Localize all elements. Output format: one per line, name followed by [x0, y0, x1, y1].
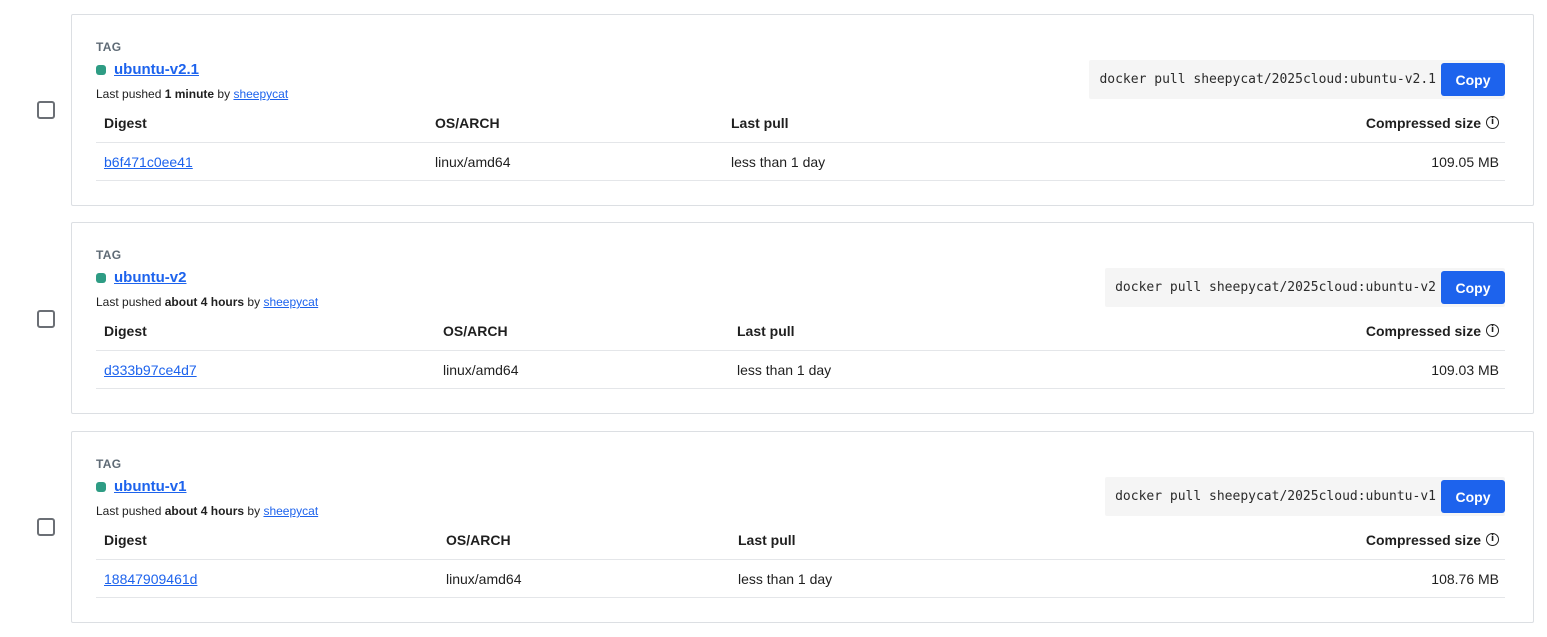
tag-select-checkbox[interactable]: [37, 310, 55, 328]
size-value: 109.05 MB: [1431, 153, 1499, 170]
table-row: d333b97ce4d7 linux/amd64 less than 1 day…: [96, 351, 1505, 389]
tag-name-link[interactable]: ubuntu-v1: [114, 478, 187, 495]
digest-link[interactable]: 18847909461d: [104, 571, 197, 587]
image-table: Digest OS/ARCH Last pull Compressed size…: [96, 103, 1505, 181]
tag-card: TAG ubuntu-v1 Last pushed about 4 hours …: [71, 431, 1534, 623]
status-dot-icon: [96, 272, 106, 283]
os-arch-value: linux/amd64: [435, 153, 511, 170]
last-pull-value: less than 1 day: [731, 153, 826, 170]
pull-command-text[interactable]: docker pull sheepycat/2025cloud:ubuntu-v…: [1105, 489, 1441, 504]
pull-command-text[interactable]: docker pull sheepycat/2025cloud:ubuntu-v…: [1089, 72, 1441, 87]
size-value: 109.03 MB: [1431, 361, 1499, 378]
copy-button[interactable]: Copy: [1441, 271, 1505, 304]
col-last-pull: Last pull: [731, 114, 789, 131]
last-pushed-info: Last pushed 1 minute by sheepycat: [96, 87, 289, 101]
tag-select-checkbox[interactable]: [37, 101, 55, 119]
col-os-arch: OS/ARCH: [446, 531, 511, 548]
info-icon[interactable]: i: [1486, 324, 1499, 337]
os-arch-value: linux/amd64: [446, 570, 522, 587]
digest-link[interactable]: b6f471c0ee41: [104, 154, 193, 170]
tag-card: TAG ubuntu-v2.1 Last pushed 1 minute by …: [71, 14, 1534, 206]
table-header: Digest OS/ARCH Last pull Compressed size…: [96, 311, 1505, 351]
col-compressed-size: Compressed size i: [1366, 532, 1499, 548]
last-pull-value: less than 1 day: [738, 570, 833, 587]
pushed-when: about 4 hours: [164, 504, 245, 518]
col-digest: Digest: [104, 322, 147, 339]
info-icon[interactable]: i: [1486, 116, 1499, 129]
image-table: Digest OS/ARCH Last pull Compressed size…: [96, 311, 1505, 389]
copy-button[interactable]: Copy: [1441, 480, 1505, 513]
col-digest: Digest: [104, 114, 147, 131]
col-os-arch: OS/ARCH: [443, 322, 508, 339]
pull-command-box: docker pull sheepycat/2025cloud:ubuntu-v…: [1105, 268, 1505, 307]
last-pushed-info: Last pushed about 4 hours by sheepycat: [96, 295, 319, 309]
pull-command-text[interactable]: docker pull sheepycat/2025cloud:ubuntu-v…: [1105, 280, 1441, 295]
tag-caption: TAG: [96, 248, 122, 262]
col-last-pull: Last pull: [738, 531, 796, 548]
table-row: 18847909461d linux/amd64 less than 1 day…: [96, 560, 1505, 598]
tag-select-checkbox[interactable]: [37, 518, 55, 536]
tag-caption: TAG: [96, 40, 122, 54]
copy-button[interactable]: Copy: [1441, 63, 1505, 96]
pull-command-box: docker pull sheepycat/2025cloud:ubuntu-v…: [1105, 477, 1505, 516]
tag-card: TAG ubuntu-v2 Last pushed about 4 hours …: [71, 222, 1534, 414]
status-dot-icon: [96, 64, 106, 75]
image-table: Digest OS/ARCH Last pull Compressed size…: [96, 520, 1505, 598]
pushed-when: 1 minute: [164, 87, 215, 101]
pushed-by-user-link[interactable]: sheepycat: [233, 87, 288, 101]
col-os-arch: OS/ARCH: [435, 114, 500, 131]
tag-caption: TAG: [96, 457, 122, 471]
status-dot-icon: [96, 481, 106, 492]
last-pushed-info: Last pushed about 4 hours by sheepycat: [96, 504, 319, 518]
pull-command-box: docker pull sheepycat/2025cloud:ubuntu-v…: [1089, 60, 1505, 99]
pushed-when: about 4 hours: [164, 295, 245, 309]
table-header: Digest OS/ARCH Last pull Compressed size…: [96, 520, 1505, 560]
col-digest: Digest: [104, 531, 147, 548]
col-compressed-size: Compressed size i: [1366, 115, 1499, 131]
tag-name-line: ubuntu-v2.1: [96, 61, 199, 78]
os-arch-value: linux/amd64: [443, 361, 519, 378]
tag-name-link[interactable]: ubuntu-v2.1: [114, 61, 199, 78]
tag-name-line: ubuntu-v1: [96, 478, 187, 495]
pushed-by-user-link[interactable]: sheepycat: [263, 504, 318, 518]
tag-name-line: ubuntu-v2: [96, 269, 187, 286]
col-last-pull: Last pull: [737, 322, 795, 339]
tag-name-link[interactable]: ubuntu-v2: [114, 269, 187, 286]
last-pull-value: less than 1 day: [737, 361, 832, 378]
pushed-by-user-link[interactable]: sheepycat: [263, 295, 318, 309]
table-row: b6f471c0ee41 linux/amd64 less than 1 day…: [96, 143, 1505, 181]
digest-link[interactable]: d333b97ce4d7: [104, 362, 197, 378]
table-header: Digest OS/ARCH Last pull Compressed size…: [96, 103, 1505, 143]
info-icon[interactable]: i: [1486, 533, 1499, 546]
size-value: 108.76 MB: [1431, 570, 1499, 587]
col-compressed-size: Compressed size i: [1366, 323, 1499, 339]
